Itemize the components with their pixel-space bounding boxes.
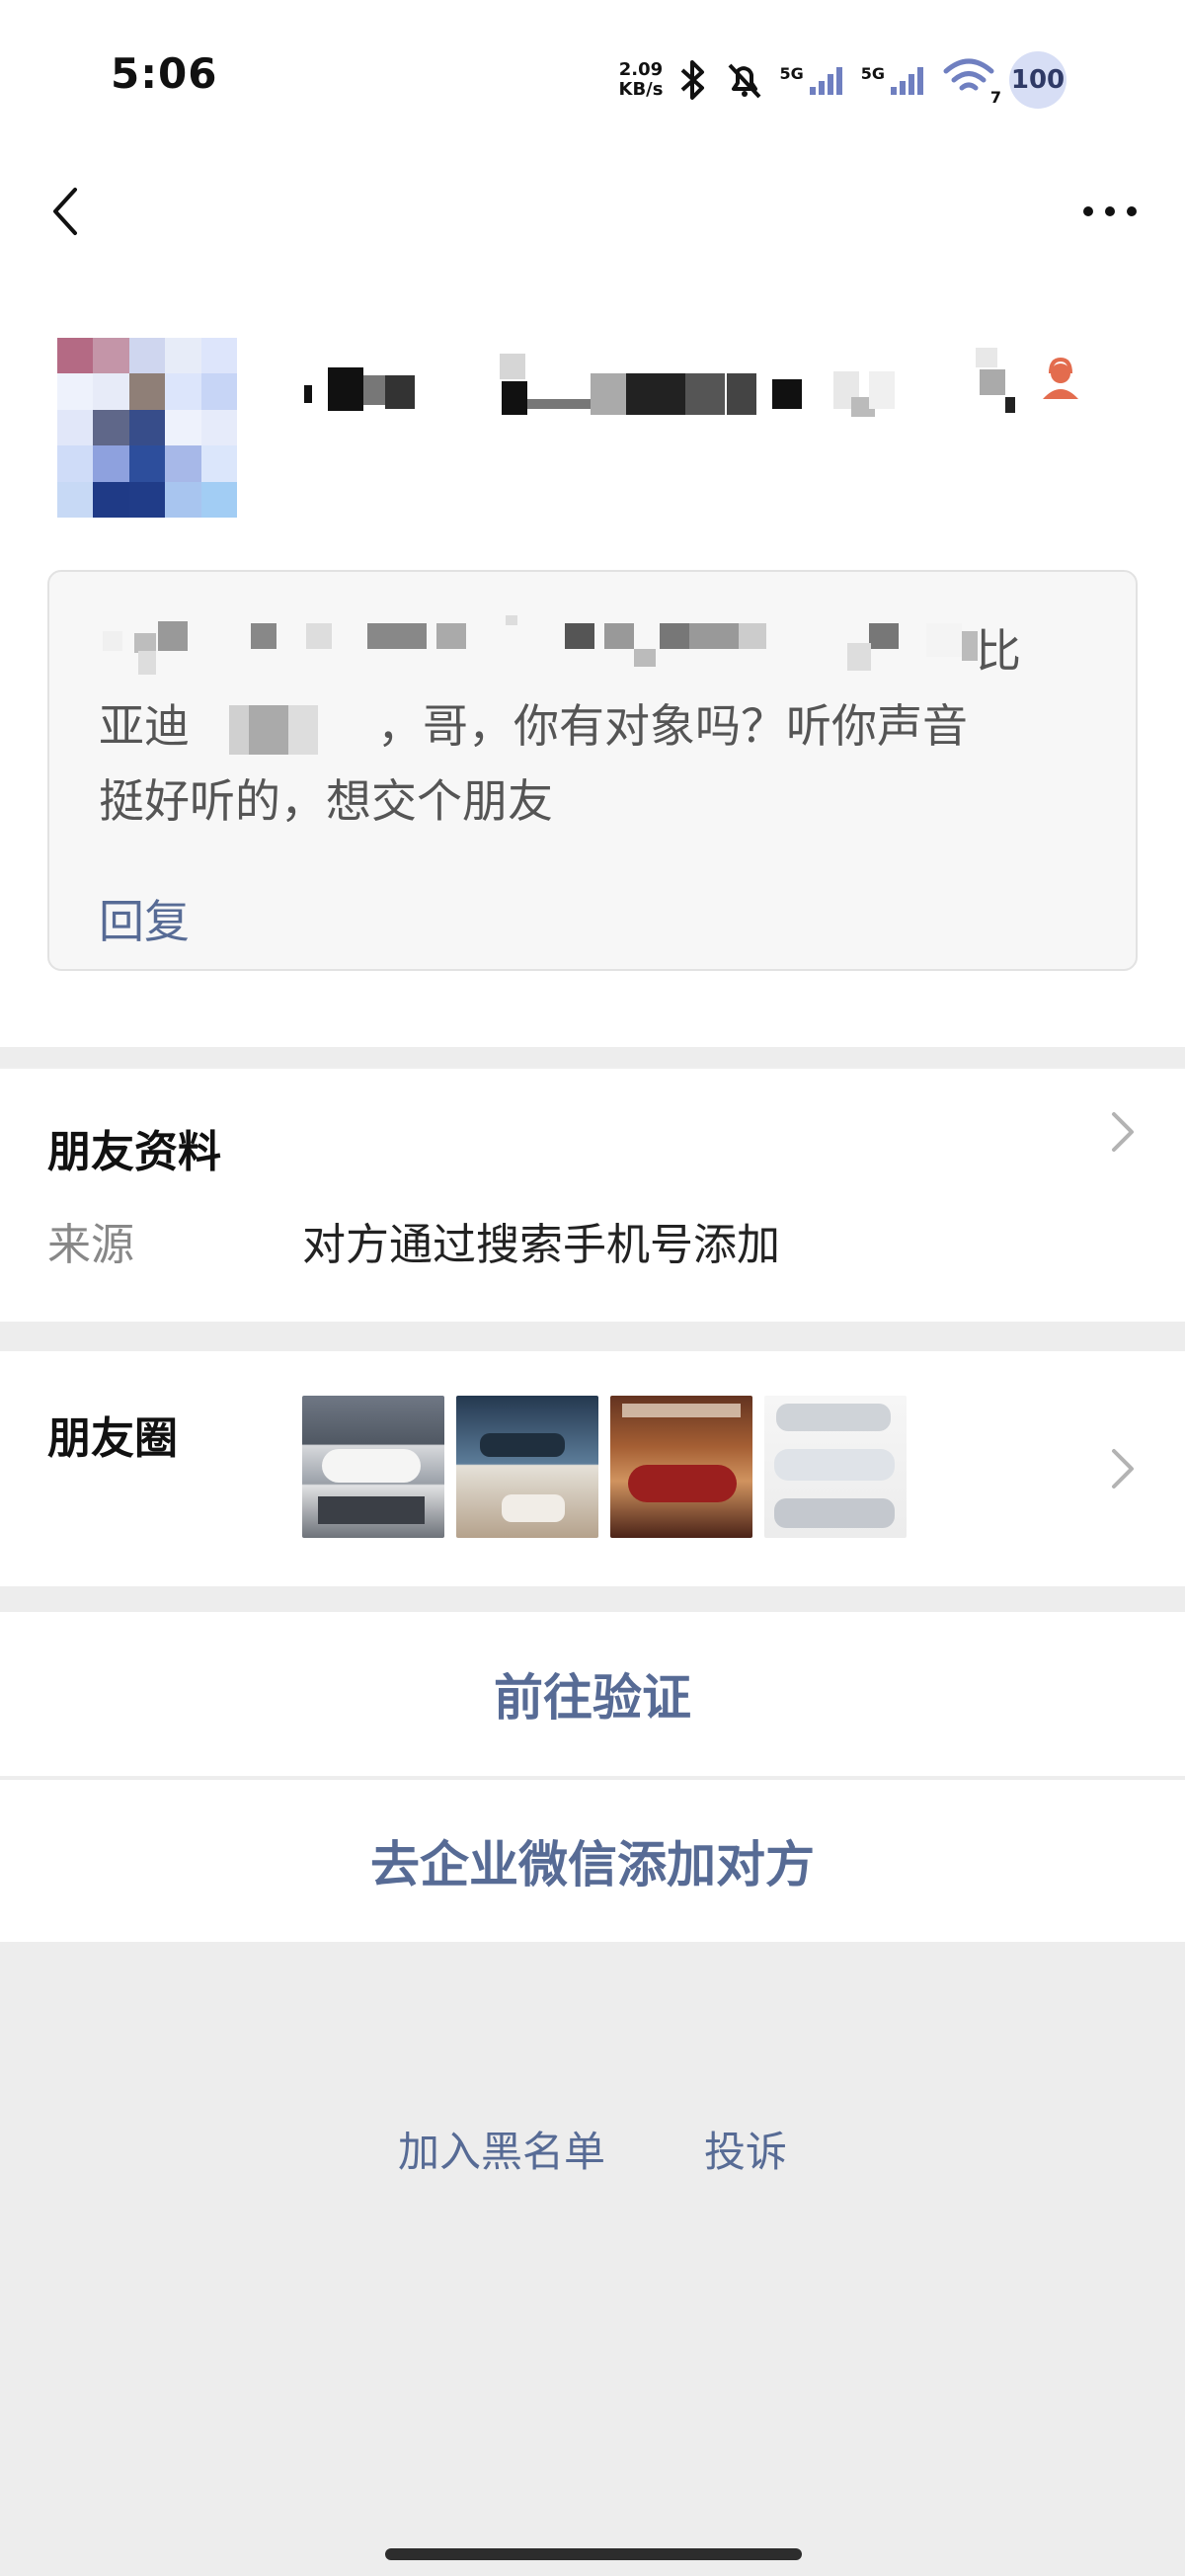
greeting-line1-tail: 比 [976,624,1021,678]
battery-indicator: 100 [1009,51,1066,109]
wifi-label: 7 [989,88,1001,107]
friend-info-section[interactable]: 朋友资料 来源 对方通过搜索手机号添加 [0,1067,1185,1322]
moments-thumbnails [302,1396,907,1538]
bluetooth-icon [681,60,705,100]
home-indicator[interactable] [385,2548,802,2560]
chevron-right-icon [1112,1449,1134,1489]
greeting-line2: 亚迪 ，哥，你有对象吗？听你声音 [99,688,1096,764]
moment-thumb [764,1396,907,1538]
source-label: 来源 [47,1220,134,1270]
friend-info-title: 朋友资料 [47,1127,221,1177]
network-speed-value: 2.09 [618,59,664,80]
greeting-pixel-gap [190,704,377,755]
moments-section[interactable]: 朋友圈 [0,1351,1185,1586]
nickname-pixelated [302,346,1033,441]
chevron-right-icon [1112,1112,1134,1152]
signal-bars-icon [809,67,842,95]
reply-link[interactable]: 回复 [99,886,190,951]
signal-1: 5G [779,63,846,97]
greeting-line3: 挺好听的，想交个朋友 [99,774,553,828]
network-speed: 2.09 KB/s [619,60,664,100]
verify-button[interactable]: 前往验证 [0,1612,1185,1776]
signal-bars-icon [891,67,923,95]
network-type-1: 5G [779,64,804,83]
moment-thumb [456,1396,598,1538]
top-nav [0,158,1185,267]
status-icons: 2.09 KB/s 5G 5G 7 100 [619,51,1066,109]
greeting-line2-start: 亚迪 [99,699,190,753]
status-bar: 5:06 2.09 KB/s 5G 5G 7 100 [0,0,1185,158]
network-speed-unit: KB/s [618,79,664,100]
signal-2: 5G [861,63,928,97]
bell-off-icon [729,63,761,99]
wifi-indicator: 7 [942,57,1001,107]
moments-title: 朋友圈 [47,1413,178,1464]
blacklist-link[interactable]: 加入黑名单 [398,2119,605,2179]
bottom-links: 加入黑名单 投诉 [0,2119,1185,2179]
status-time: 5:06 [111,49,218,98]
greeting-pixelated [101,613,1039,675]
profile-page: 5:06 2.09 KB/s 5G 5G 7 100 比 亚迪 ，哥，你有对象吗… [0,0,1185,2576]
moment-thumb [302,1396,444,1538]
more-dots-icon[interactable] [1074,186,1146,237]
avatar[interactable] [57,338,237,518]
greeting-card: 比 亚迪 ，哥，你有对象吗？听你声音 挺好听的，想交个朋友 回复 [47,570,1138,971]
source-value: 对方通过搜索手机号添加 [302,1220,780,1270]
greeting-line2-rest: ，哥，你有对象吗？听你声音 [377,699,968,753]
complaint-link[interactable]: 投诉 [704,2119,787,2179]
enterprise-wechat-button[interactable]: 去企业微信添加对方 [0,1778,1185,1942]
moment-thumb [610,1396,752,1538]
female-icon [1043,357,1078,399]
network-type-2: 5G [860,64,885,83]
back-icon[interactable] [38,182,97,241]
profile-card: 比 亚迪 ，哥，你有对象吗？听你声音 挺好听的，想交个朋友 回复 [0,267,1185,1047]
wifi-icon [943,58,994,91]
